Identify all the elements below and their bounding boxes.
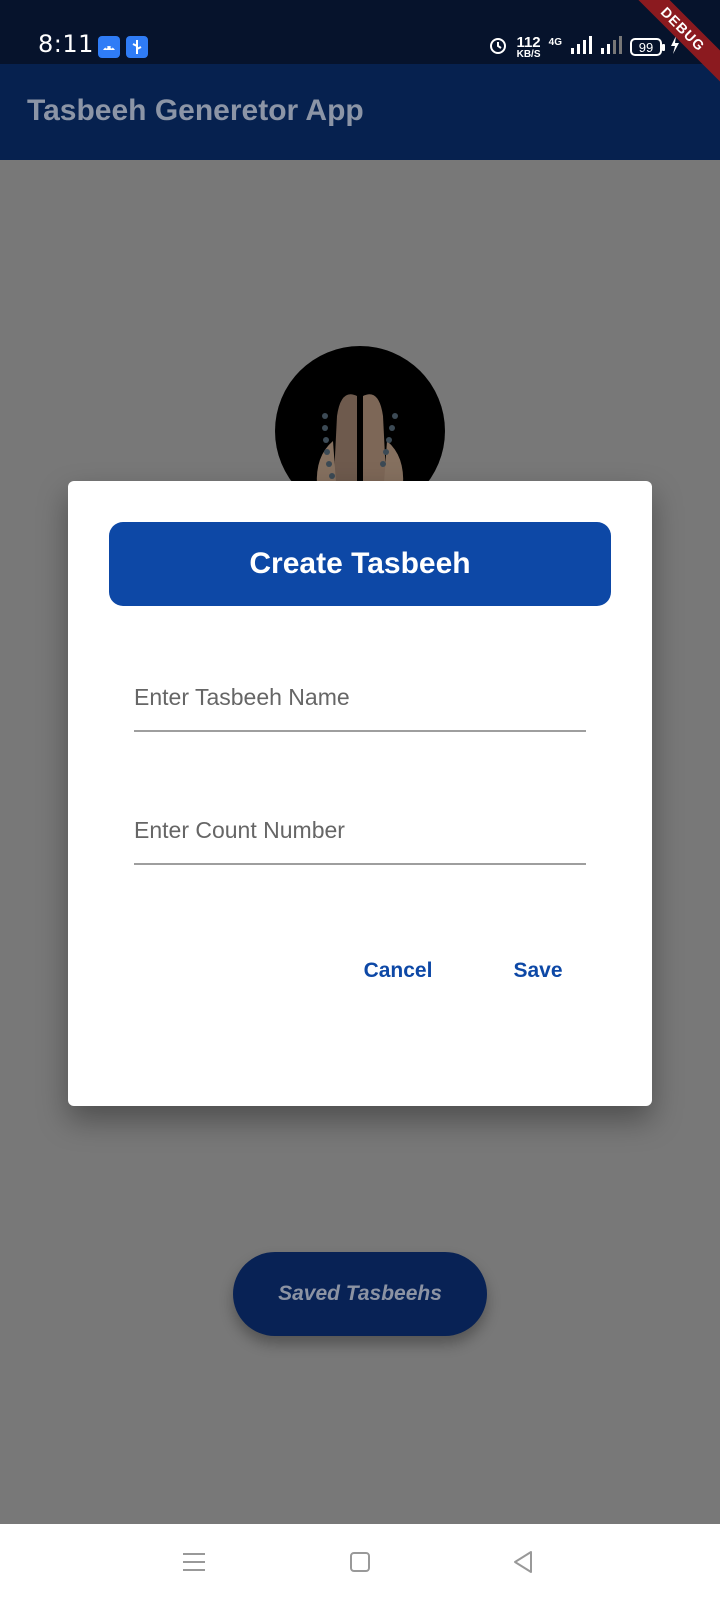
save-button[interactable]: Save: [500, 949, 576, 993]
app-bar: Tasbeeh Generetor App: [0, 64, 720, 160]
create-tasbeeh-dialog: Create Tasbeeh Cancel Save: [68, 481, 652, 1106]
back-icon[interactable]: [507, 1546, 539, 1578]
signal-icon-2: [600, 35, 622, 59]
tasbeeh-name-input[interactable]: [134, 664, 586, 732]
app-title: Tasbeeh Generetor App: [27, 94, 364, 127]
status-time: 8:11: [38, 30, 94, 58]
android-notification-icon: [98, 36, 120, 58]
status-icons: 112 KB/S 4G 99: [488, 34, 680, 60]
count-number-input[interactable]: [134, 797, 586, 865]
home-icon[interactable]: [344, 1546, 376, 1578]
net-speed: 112 KB/S: [516, 33, 541, 60]
battery-indicator: 99: [630, 38, 665, 56]
usb-notification-icon: [126, 36, 148, 58]
cancel-button[interactable]: Cancel: [350, 949, 446, 993]
saved-tasbeehs-button[interactable]: Saved Tasbeehs: [233, 1252, 487, 1336]
system-nav-bar: [0, 1524, 720, 1600]
signal-icon: [570, 35, 592, 59]
network-type: 4G: [548, 36, 562, 48]
menu-icon[interactable]: [178, 1546, 210, 1578]
status-bar: 8:11 112 KB/S 4G 99: [0, 0, 720, 64]
dialog-title: Create Tasbeeh: [109, 522, 611, 606]
alarm-icon: [488, 35, 508, 60]
